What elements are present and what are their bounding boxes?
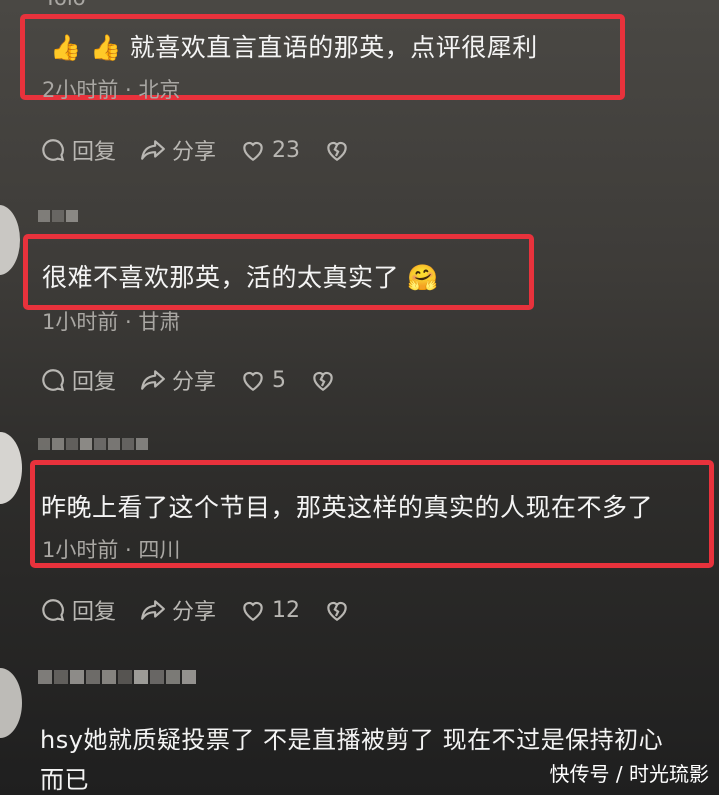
watermark: 快传号 / 时光琉影 (549, 762, 709, 786)
hug-emoji: 🤗 (407, 263, 439, 292)
reply-button[interactable]: 回复 (40, 594, 116, 626)
share-button[interactable]: 分享 (140, 364, 216, 396)
comment-text-continued: 而已 (40, 766, 89, 794)
avatar[interactable] (0, 432, 22, 504)
comment-meta: 1小时前 · 甘肃 (42, 310, 181, 334)
reply-bubble-icon (42, 139, 65, 162)
dislike-button[interactable] (324, 597, 350, 623)
avatar[interactable] (0, 668, 22, 738)
comment-text: hsy她就质疑投票了 不是直播被剪了 现在不过是保持初心 (40, 726, 664, 754)
thumbs-up-emoji: 👍 👍 (50, 33, 122, 62)
comment-actions: 回复 分享 23 (40, 134, 374, 166)
blurred-username (38, 670, 196, 684)
comment-username[interactable]: Yolo (44, 0, 86, 10)
reply-button[interactable]: 回复 (40, 134, 116, 166)
dislike-button[interactable] (310, 367, 336, 393)
share-button[interactable]: 分享 (140, 594, 216, 626)
share-arrow-icon (141, 140, 165, 160)
comment-actions: 回复 分享 12 (40, 594, 374, 626)
share-arrow-icon (141, 370, 165, 390)
comment-meta: 2小时前 · 北京 (42, 78, 181, 102)
comment-text: 很难不喜欢那英，活的太真实了 🤗 (42, 263, 439, 292)
comment-meta: 1小时前 · 四川 (42, 538, 181, 562)
blurred-username (38, 210, 78, 222)
reply-bubble-icon (42, 369, 65, 392)
avatar[interactable] (0, 205, 20, 275)
like-button[interactable]: 5 (240, 367, 286, 393)
like-button[interactable]: 23 (240, 137, 300, 163)
broken-heart-icon (327, 601, 347, 622)
comment-text: 👍 👍 就喜欢直言直语的那英，点评很犀利 (50, 33, 538, 62)
heart-icon (243, 371, 263, 392)
like-button[interactable]: 12 (240, 597, 300, 623)
share-arrow-icon (141, 600, 165, 620)
share-button[interactable]: 分享 (140, 134, 216, 166)
broken-heart-icon (313, 371, 333, 392)
blurred-username (38, 438, 148, 450)
comment-actions: 回复 分享 5 (40, 364, 360, 396)
like-count: 5 (272, 367, 287, 393)
reply-bubble-icon (42, 599, 65, 622)
broken-heart-icon (327, 141, 347, 162)
dislike-button[interactable] (324, 137, 350, 163)
heart-icon (243, 141, 263, 162)
reply-button[interactable]: 回复 (40, 364, 116, 396)
like-count: 12 (272, 597, 301, 623)
like-count: 23 (272, 137, 301, 163)
heart-icon (243, 601, 263, 622)
comment-text: 昨晚上看了这个节目，那英这样的真实的人现在不多了 (41, 493, 654, 522)
